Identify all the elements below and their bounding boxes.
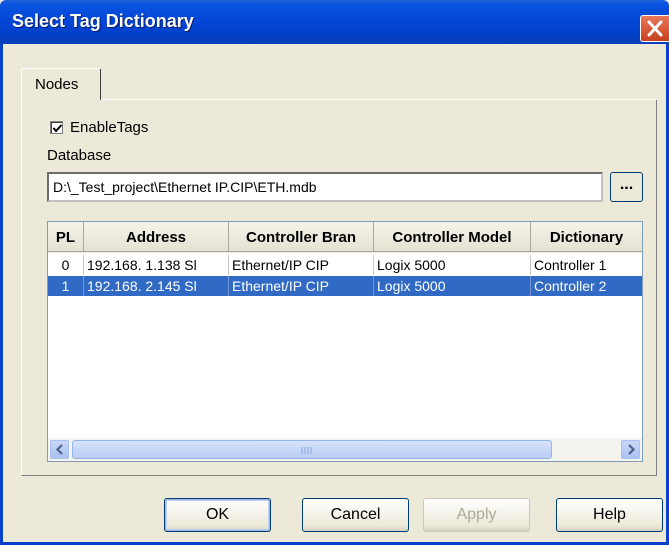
checkmark-icon [52, 124, 63, 133]
enable-tags-label[interactable]: EnableTags [70, 119, 148, 136]
scroll-right-button[interactable] [621, 440, 640, 459]
cell-dictionary: Controller 2 [534, 278, 607, 294]
nodes-table[interactable]: PL Address Controller Bran Controller Mo… [47, 221, 643, 462]
browse-button[interactable]: ... [610, 172, 643, 202]
column-header-controller-brand[interactable]: Controller Bran [229, 222, 374, 252]
column-header-pl[interactable]: PL [48, 222, 84, 252]
column-header-address[interactable]: Address [84, 222, 229, 252]
cell-pl: 0 [48, 255, 84, 275]
window-frame-left [0, 44, 3, 545]
column-header-dictionary[interactable]: Dictionary [531, 222, 642, 252]
grip-icon [301, 447, 312, 454]
database-path-field[interactable]: D:\_Test_project\Ethernet IP.CIP\ETH.mdb [47, 172, 603, 202]
arrow-right-icon [628, 444, 636, 455]
cell-address: 192.168. 1.138 Sl [84, 255, 229, 275]
enable-tags-checkbox[interactable] [50, 121, 63, 134]
apply-button[interactable]: Apply [423, 498, 530, 532]
horizontal-scrollbar[interactable] [48, 438, 642, 461]
table-row-selected[interactable]: 1 192.168. 2.145 Sl Ethernet/IP CIP Logi… [48, 276, 642, 296]
table-row[interactable]: 0 192.168. 1.138 Sl Ethernet/IP CIP Logi… [48, 255, 642, 275]
tab-nodes[interactable]: Nodes [21, 68, 101, 100]
database-label: Database [47, 147, 112, 164]
cell-pl: 1 [48, 276, 84, 296]
cancel-button[interactable]: Cancel [302, 498, 409, 532]
cell-address: 192.168. 2.145 Sl [84, 276, 229, 296]
cell-controller-brand: Ethernet/IP CIP [229, 276, 374, 296]
help-button[interactable]: Help [556, 498, 663, 532]
tab-nodes-label: Nodes [35, 76, 79, 93]
ok-button[interactable]: OK [164, 498, 271, 532]
window-title: Select Tag Dictionary [12, 11, 194, 31]
table-header: PL Address Controller Bran Controller Mo… [48, 222, 642, 253]
cell-controller-brand: Ethernet/IP CIP [229, 255, 374, 275]
cell-dictionary: Controller 1 [534, 257, 607, 273]
column-header-controller-model[interactable]: Controller Model [374, 222, 531, 252]
title-bar: Select Tag Dictionary [0, 0, 669, 44]
scrollbar-thumb[interactable] [72, 440, 552, 459]
close-icon [647, 20, 663, 37]
arrow-left-icon [55, 444, 63, 455]
cell-controller-model: Logix 5000 [374, 276, 531, 296]
close-button[interactable] [640, 15, 669, 42]
scroll-left-button[interactable] [50, 440, 69, 459]
cell-controller-model: Logix 5000 [374, 255, 531, 275]
